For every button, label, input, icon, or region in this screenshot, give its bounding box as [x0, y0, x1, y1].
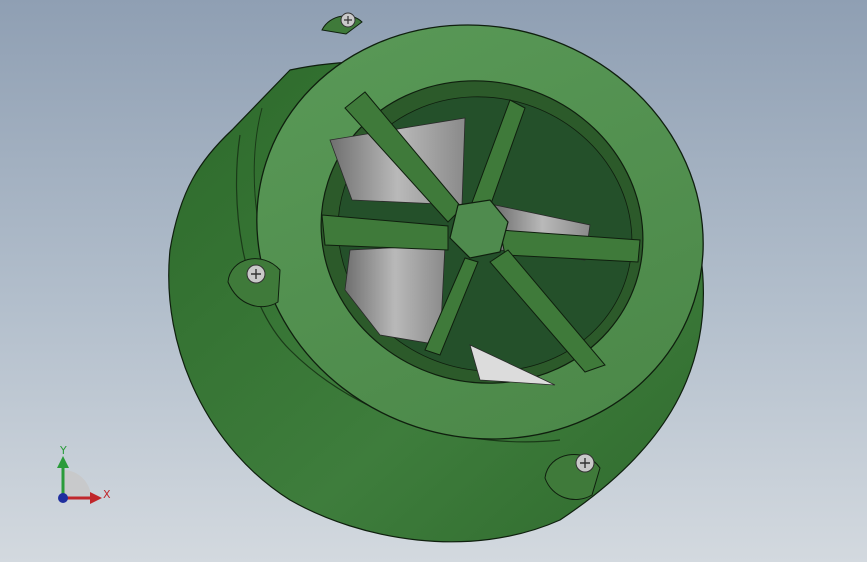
x-axis-label: X: [103, 488, 111, 501]
triad-plane-arc: [63, 470, 91, 498]
graphics-viewport[interactable]: Y X: [0, 0, 867, 562]
model-scene[interactable]: Y X: [0, 0, 867, 562]
y-axis-label: Y: [59, 444, 67, 457]
x-arrow-icon: [90, 492, 102, 504]
mount-tab-top[interactable]: [321, 12, 363, 35]
z-axis-dot: [58, 493, 68, 503]
coordinate-triad[interactable]: Y X: [57, 444, 111, 504]
y-arrow-icon: [57, 456, 69, 468]
